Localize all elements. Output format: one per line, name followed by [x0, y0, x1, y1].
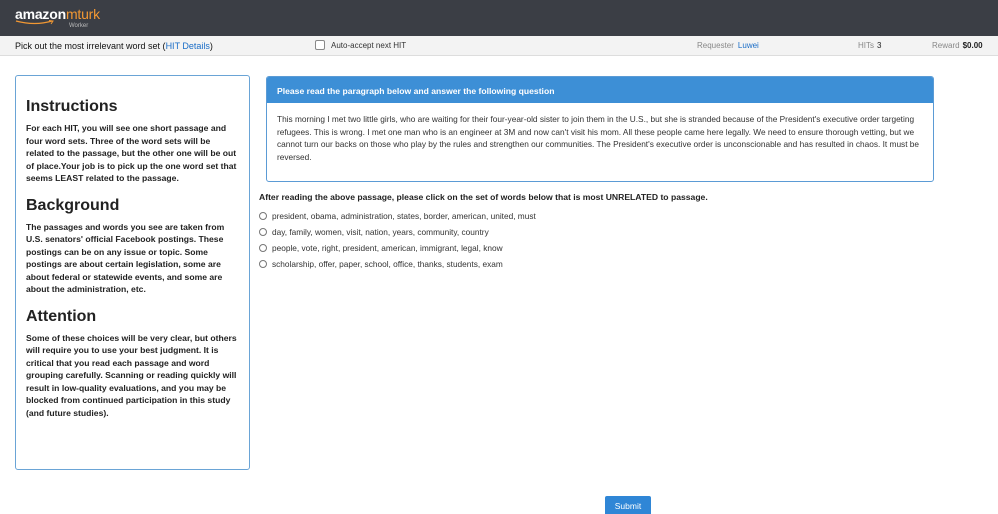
passage-text: This morning I met two little girls, who… — [277, 114, 920, 162]
instructions-heading: Instructions — [26, 98, 118, 115]
word-set-option[interactable]: day, family, women, visit, nation, years… — [259, 224, 536, 240]
hit-details-link[interactable]: HIT Details — [166, 41, 210, 51]
auto-accept-label: Auto-accept next HIT — [331, 40, 407, 50]
logo-worker-text: Worker — [69, 23, 89, 29]
option-label: president, obama, administration, states… — [272, 211, 536, 221]
option-label: scholarship, offer, paper, school, offic… — [272, 259, 503, 269]
requester-link[interactable]: Luwei — [738, 41, 759, 50]
submit-button[interactable]: Submit — [605, 496, 651, 514]
hits-count: HITs 3 — [858, 41, 881, 50]
option-label: people, vote, right, president, american… — [272, 243, 503, 253]
option-radio[interactable] — [259, 228, 267, 236]
requester: Requester Luwei — [697, 41, 759, 50]
reward-label: Reward — [932, 41, 960, 50]
top-bar: amazonmturk Worker — [0, 0, 998, 36]
mturk-logo[interactable]: amazonmturk Worker — [15, 6, 100, 29]
option-radio[interactable] — [259, 212, 267, 220]
hits-label: HITs — [858, 41, 874, 50]
hits-value: 3 — [877, 41, 882, 50]
option-radio[interactable] — [259, 244, 267, 252]
task-title-close: ) — [209, 41, 213, 51]
word-set-options: president, obama, administration, states… — [259, 208, 536, 272]
task-title-text: Pick out the most irrelevant word set ( — [15, 41, 166, 51]
task-title: Pick out the most irrelevant word set (H… — [15, 41, 213, 51]
logo-mturk-text: mturk — [65, 6, 100, 22]
amazon-smile-icon — [15, 20, 54, 25]
hit-info-bar: Pick out the most irrelevant word set (H… — [0, 36, 998, 56]
passage-header: Please read the paragraph below and answ… — [267, 77, 933, 103]
word-set-option[interactable]: president, obama, administration, states… — [259, 208, 536, 224]
background-text: The passages and words you see are taken… — [26, 221, 225, 295]
reward-value: $0.00 — [962, 41, 983, 50]
reward: Reward $0.00 — [932, 41, 983, 50]
option-label: day, family, women, visit, nation, years… — [272, 227, 489, 237]
question-text: After reading the above passage, please … — [259, 192, 708, 202]
attention-heading: Attention — [26, 307, 97, 325]
attention-text: Some of these choices will be very clear… — [26, 332, 237, 418]
auto-accept-checkbox[interactable] — [315, 40, 325, 50]
instructions-text: For each HIT, you will see one short pas… — [26, 123, 237, 183]
passage-panel: Please read the paragraph below and answ… — [266, 76, 934, 182]
requester-label: Requester — [697, 41, 734, 50]
auto-accept-toggle[interactable]: Auto-accept next HIT — [315, 40, 406, 50]
option-radio[interactable] — [259, 260, 267, 268]
background-heading: Background — [26, 196, 120, 214]
instructions-panel: Instructions For each HIT, you will see … — [15, 75, 250, 470]
word-set-option[interactable]: people, vote, right, president, american… — [259, 240, 536, 256]
word-set-option[interactable]: scholarship, offer, paper, school, offic… — [259, 256, 536, 272]
